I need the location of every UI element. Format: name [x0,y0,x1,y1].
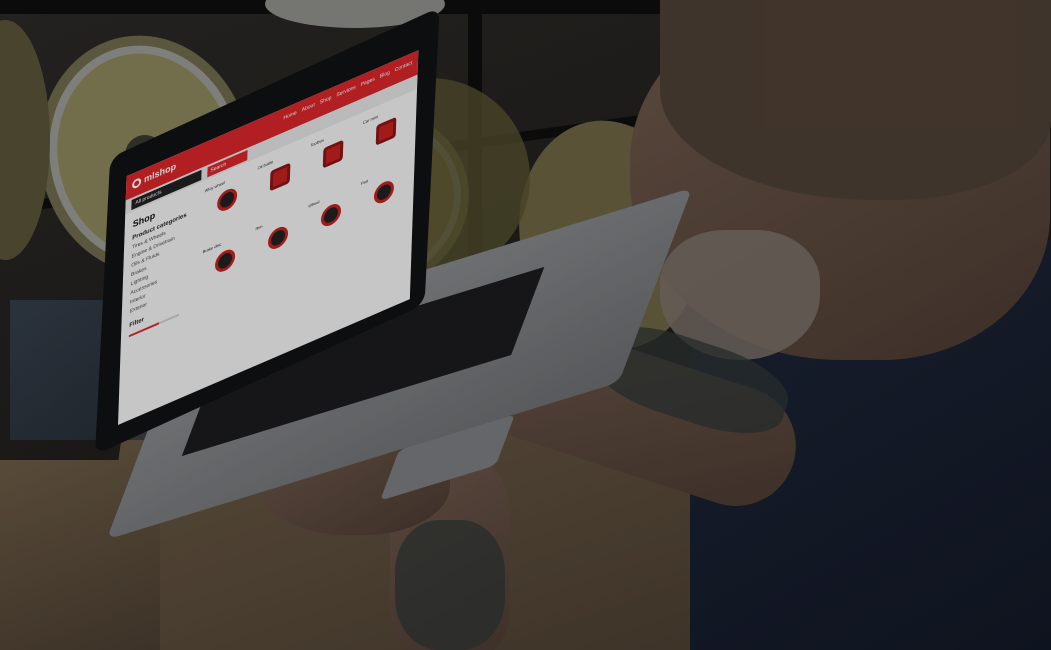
logo-icon [131,176,142,190]
product-card[interactable]: Wheel [306,184,355,257]
nav-item[interactable]: Contact [395,60,412,74]
nav-item[interactable]: About [302,102,315,114]
nav-item[interactable]: Home [283,110,297,122]
shop-sidebar: Shop Product categories Tires & Wheels E… [128,194,193,338]
nav-item[interactable]: Shop [320,95,332,106]
product-card[interactable]: Brake disc [201,229,250,302]
nav-item[interactable]: Pages [361,76,375,88]
product-card[interactable]: Rim [254,206,303,279]
product-card[interactable]: Part [359,161,408,234]
nav-item[interactable]: Blog [380,70,390,80]
forearm-tattoo [395,520,505,650]
nav-item[interactable]: Services [336,84,355,98]
photo-scene: mlshop Home About Shop Services Pages Bl… [0,0,1051,650]
